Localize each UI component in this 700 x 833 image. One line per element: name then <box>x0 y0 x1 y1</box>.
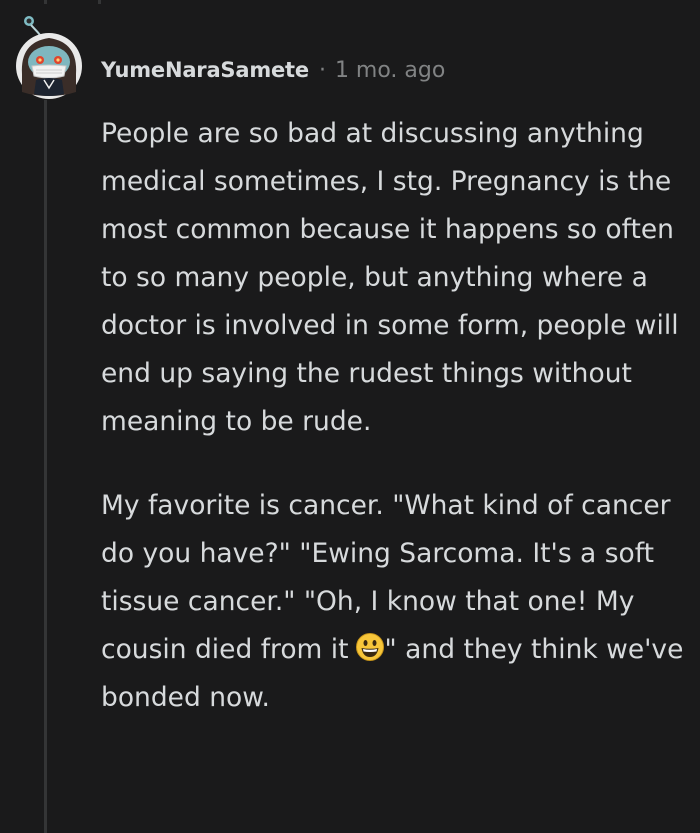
user-avatar[interactable] <box>14 14 84 100</box>
comment-thread-line[interactable] <box>44 100 47 833</box>
snoo-avatar-icon <box>16 16 82 99</box>
meta-separator: · <box>318 57 326 83</box>
grinning-face-emoji-icon <box>355 633 384 661</box>
comment-timestamp[interactable]: 1 mo. ago <box>335 58 445 83</box>
comment-body: People are so bad at discussing anything… <box>101 110 686 722</box>
comment-header: YumeNaraSamete · 1 mo. ago <box>101 53 445 87</box>
username-link[interactable]: YumeNaraSamete <box>101 58 309 82</box>
comment-paragraph-1: People are so bad at discussing anything… <box>101 118 679 437</box>
parent-thread-line <box>0 0 200 6</box>
comment-paragraph-2: My favorite is cancer. "What kind of can… <box>101 482 686 722</box>
